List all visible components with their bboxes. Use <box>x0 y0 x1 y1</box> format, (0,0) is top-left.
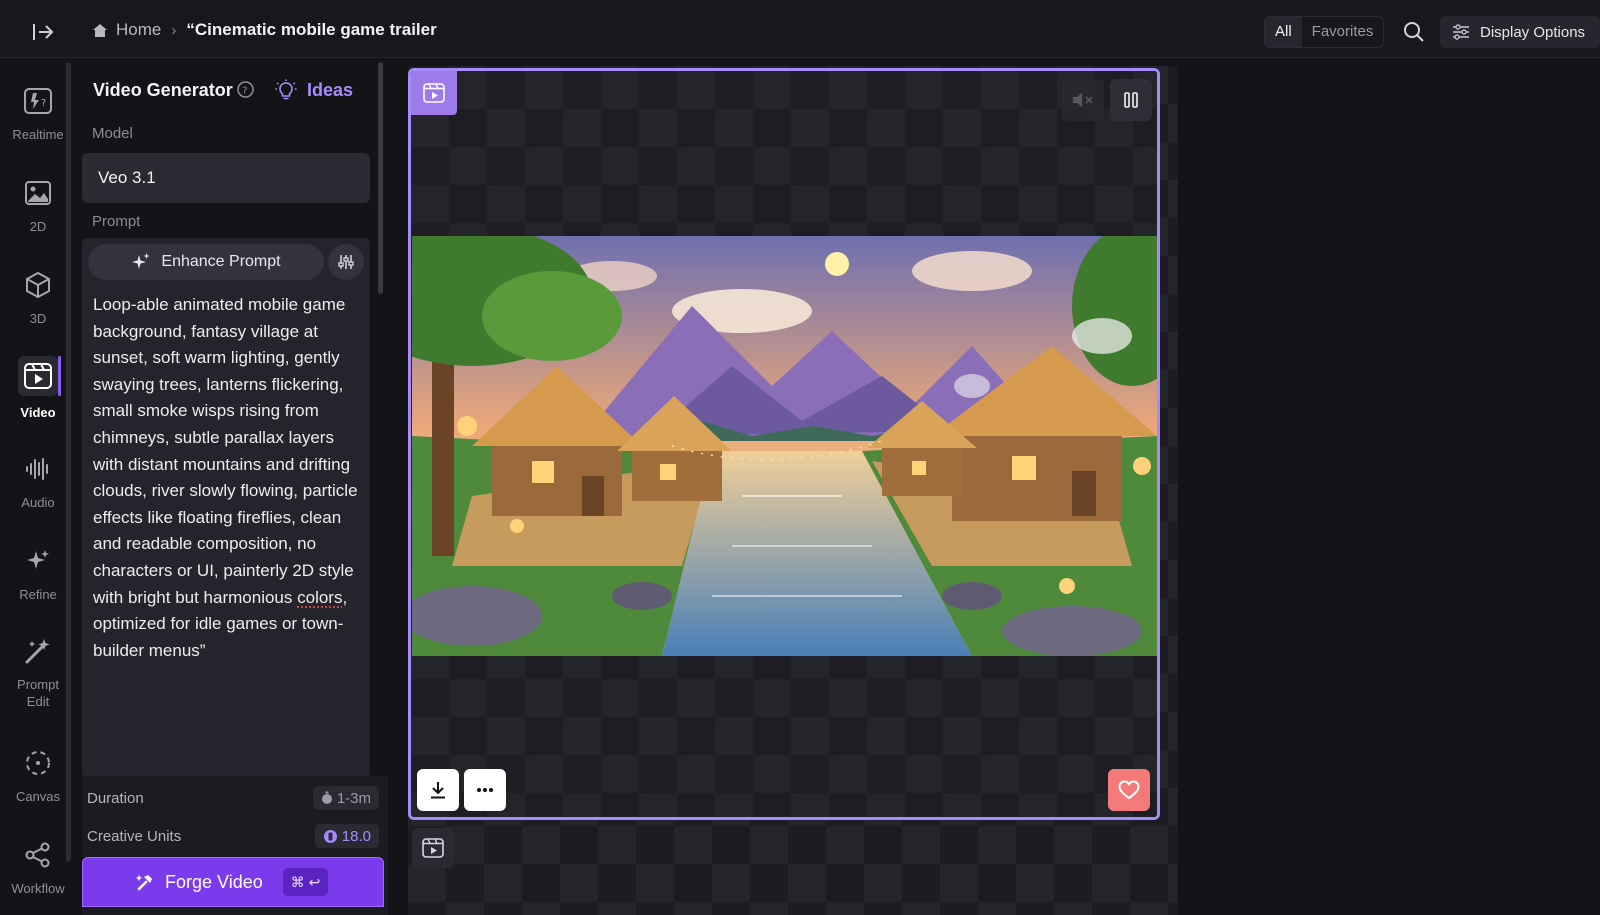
rail-item-realtime[interactable]: ? Realtime <box>8 84 68 143</box>
rail-item-workflow[interactable]: Workflow <box>8 838 68 897</box>
cube-icon <box>21 268 55 302</box>
credit-icon <box>323 829 337 843</box>
rail-label-video: Video <box>20 405 56 420</box>
video-icon <box>423 83 445 103</box>
mute-button[interactable] <box>1062 79 1104 121</box>
prompt-label: Prompt <box>92 213 141 230</box>
model-select[interactable]: Veo 3.1 <box>82 153 370 203</box>
units-badge: 18.0 <box>314 824 379 848</box>
lightbulb-icon <box>275 79 297 100</box>
display-options-label: Display Options <box>1480 23 1586 41</box>
display-options-button[interactable]: Display Options <box>1440 16 1600 48</box>
forge-shortcut: ⌘ ↩ <box>282 868 329 896</box>
breadcrumb-current: “Cinematic mobile game trailer <box>186 20 437 39</box>
canvas-icon <box>21 746 55 780</box>
rail-item-prompt-edit[interactable]: Prompt Edit <box>8 634 68 710</box>
tool-rail: ? Realtime 2D 3D Video Audio Refine Prom… <box>8 58 68 915</box>
breadcrumb-home[interactable]: Home <box>92 20 161 40</box>
duration-label: Duration <box>87 789 144 807</box>
favorite-button[interactable] <box>1108 769 1150 811</box>
rail-item-2d[interactable]: 2D <box>8 176 68 235</box>
rail-label-3d: 3D <box>29 311 47 326</box>
rail-scrollbar[interactable] <box>66 62 71 862</box>
sparkle-icon <box>132 253 150 269</box>
model-label: Model <box>92 125 133 142</box>
breadcrumb-home-label: Home <box>116 20 162 39</box>
ideas-button[interactable]: Ideas <box>275 79 353 101</box>
rail-item-audio[interactable]: Audio <box>8 452 68 511</box>
units-value: 18.0 <box>341 827 371 845</box>
prompt-box: Enhance Prompt Loop-able animated mobile… <box>82 238 370 778</box>
rail-active-indicator <box>58 356 61 396</box>
breadcrumb: Home › “Cinematic mobile game trailer <box>92 20 437 40</box>
realtime-icon: ? <box>21 84 55 118</box>
filter-toggle: All Favorites <box>1264 16 1385 48</box>
prompt-text-misspelled: colors <box>297 587 343 607</box>
rail-label-2d: 2D <box>29 219 47 234</box>
speaker-muted-icon <box>1073 93 1093 107</box>
panel-scrollbar[interactable] <box>378 62 383 294</box>
prompt-textarea[interactable]: Loop-able animated mobile game backgroun… <box>93 292 363 664</box>
rail-item-3d[interactable]: 3D <box>8 268 68 327</box>
stopwatch-icon <box>321 791 332 804</box>
image-icon <box>21 176 55 210</box>
rail-label-prompt-edit: Prompt Edit <box>17 677 59 709</box>
video-icon <box>422 838 444 858</box>
next-video-badge[interactable] <box>412 828 454 868</box>
tune-icon <box>338 255 354 269</box>
rail-item-refine[interactable]: Refine <box>8 544 68 603</box>
pause-icon <box>1124 92 1138 108</box>
top-bar: Home › “Cinematic mobile game trailer Al… <box>0 0 1600 58</box>
waveform-icon <box>21 452 55 486</box>
ellipsis-icon <box>477 788 493 792</box>
svg-text:?: ? <box>41 98 46 109</box>
pause-button[interactable] <box>1110 79 1152 121</box>
enhance-prompt-label: Enhance Prompt <box>161 253 281 270</box>
rail-label-refine: Refine <box>19 587 57 602</box>
expand-sidebar-icon[interactable] <box>28 18 58 46</box>
share-nodes-icon <box>21 838 55 872</box>
video-type-badge <box>411 71 457 115</box>
help-icon[interactable]: ? <box>237 81 254 103</box>
download-button[interactable] <box>417 769 459 811</box>
home-icon <box>93 23 107 37</box>
heart-icon <box>1118 780 1140 800</box>
forge-video-label: Forge Video <box>165 871 263 892</box>
duration-badge: 1-3m <box>312 786 379 810</box>
search-icon[interactable] <box>1400 18 1428 46</box>
download-icon <box>431 782 445 799</box>
svg-text:?: ? <box>242 86 247 97</box>
rail-label-audio: Audio <box>21 495 55 510</box>
panel-title: Video Generator <box>93 80 233 100</box>
sliders-icon <box>1453 24 1469 40</box>
video-card[interactable] <box>408 68 1160 820</box>
filter-all[interactable]: All <box>1265 17 1302 47</box>
duration-value: 1-3m <box>336 789 371 807</box>
units-row: Creative Units 18.0 <box>87 824 379 848</box>
video-generator-panel: Video Generator ? Ideas Model Veo 3.1 Pr… <box>82 58 388 915</box>
enhance-prompt-button[interactable]: Enhance Prompt <box>88 244 324 280</box>
duration-row: Duration 1-3m <box>87 786 379 810</box>
rail-label-realtime: Realtime <box>12 127 64 142</box>
video-preview-image <box>412 236 1157 656</box>
more-options-button[interactable] <box>464 769 506 811</box>
breadcrumb-separator: › <box>171 21 177 39</box>
forge-video-button[interactable]: Forge Video ⌘ ↩ <box>82 857 384 907</box>
prompt-settings-button[interactable] <box>328 244 364 280</box>
hammer-sparkle-icon <box>136 875 152 891</box>
ideas-label: Ideas <box>307 79 354 100</box>
sparkle-icon <box>21 544 55 578</box>
video-icon <box>18 356 58 396</box>
magic-wand-icon <box>21 634 55 668</box>
filter-favorites[interactable]: Favorites <box>1302 17 1384 47</box>
prompt-text-part1: Loop-able animated mobile game backgroun… <box>93 295 358 607</box>
rail-label-workflow: Workflow <box>11 881 65 896</box>
rail-label-canvas: Canvas <box>15 789 61 804</box>
rail-item-canvas[interactable]: Canvas <box>8 746 68 805</box>
units-label: Creative Units <box>87 827 182 845</box>
